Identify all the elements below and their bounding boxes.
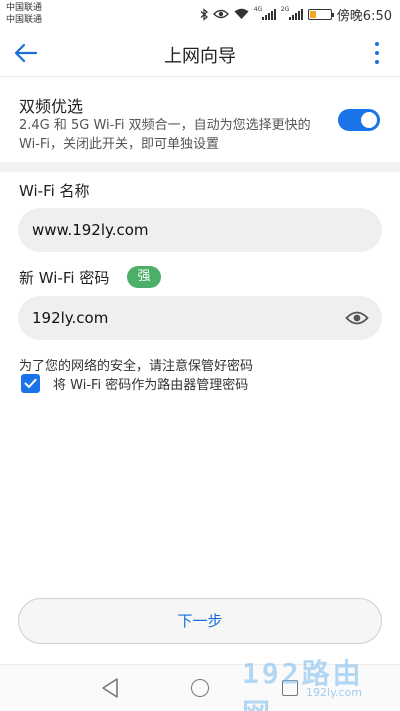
wifi-password-label: 新 Wi-Fi 密码 (19, 269, 110, 287)
title-divider (0, 76, 400, 77)
signal-tag-1: 4G (253, 6, 263, 13)
page-title: 上网向导 (164, 46, 236, 67)
wifi-icon (234, 8, 249, 20)
carrier-1: 中国联通 (6, 3, 43, 13)
wifi-name-input[interactable]: www.192ly.com (18, 208, 382, 252)
password-strength-badge: 强 (127, 266, 161, 288)
checkmark-icon (24, 378, 37, 388)
wifi-name-value: www.192ly.com (32, 221, 149, 239)
signal-icon: 4G (253, 6, 276, 20)
watermark-sub: 192ly.com (306, 686, 362, 699)
admin-password-label: 将 Wi-Fi 密码作为路由器管理密码 (53, 377, 249, 393)
security-tip: 为了您的网络的安全，请注意保管好密码 (19, 359, 254, 374)
dual-band-section: 双频优选 2.4G 和 5G Wi-Fi 双频合一，自动为您选择更快的 Wi-F… (0, 84, 400, 160)
wifi-password-value: 192ly.com (32, 309, 109, 327)
wifi-name-label: Wi-Fi 名称 (19, 182, 90, 200)
title-bar: 上网向导 (0, 30, 400, 76)
signal-tag-2: 2G (280, 6, 290, 13)
carrier-2: 中国联通 (6, 15, 43, 25)
password-visibility-toggle[interactable] (344, 307, 370, 329)
next-step-button[interactable]: 下一步 (18, 598, 382, 644)
watermark: 192路由网 192ly.com (242, 652, 392, 711)
status-time: 傍晚6:50 (336, 8, 392, 24)
nav-home-icon[interactable] (191, 679, 209, 697)
dual-band-description: 2.4G 和 5G Wi-Fi 双频合一，自动为您选择更快的 Wi-Fi，关闭此… (19, 118, 311, 152)
signal-icon: 2G (280, 6, 303, 20)
more-options-button[interactable] (372, 42, 382, 64)
eye-comfort-icon (212, 8, 229, 20)
dual-band-label: 双频优选 (19, 97, 84, 116)
watermark-main: 192路由网 (242, 657, 364, 711)
admin-password-checkbox[interactable] (21, 373, 40, 393)
dual-band-toggle[interactable] (338, 109, 380, 131)
battery-level (309, 10, 316, 18)
status-icons: 4G 2G 傍晚6:50 (200, 5, 392, 24)
eye-icon (345, 311, 369, 325)
status-bar: 中国联通 中国联通 4G 2G 傍晚6:50 (0, 0, 400, 30)
section-divider (0, 162, 400, 172)
battery-icon (307, 8, 334, 20)
admin-password-option: 将 Wi-Fi 密码作为路由器管理密码 (21, 373, 248, 393)
carrier-labels: 中国联通 中国联通 (6, 2, 42, 26)
wifi-password-input[interactable]: 192ly.com (18, 296, 382, 340)
bluetooth-icon (200, 7, 208, 21)
nav-back-icon[interactable] (100, 677, 120, 699)
more-vertical-icon (375, 42, 379, 46)
toggle-knob (361, 112, 377, 128)
